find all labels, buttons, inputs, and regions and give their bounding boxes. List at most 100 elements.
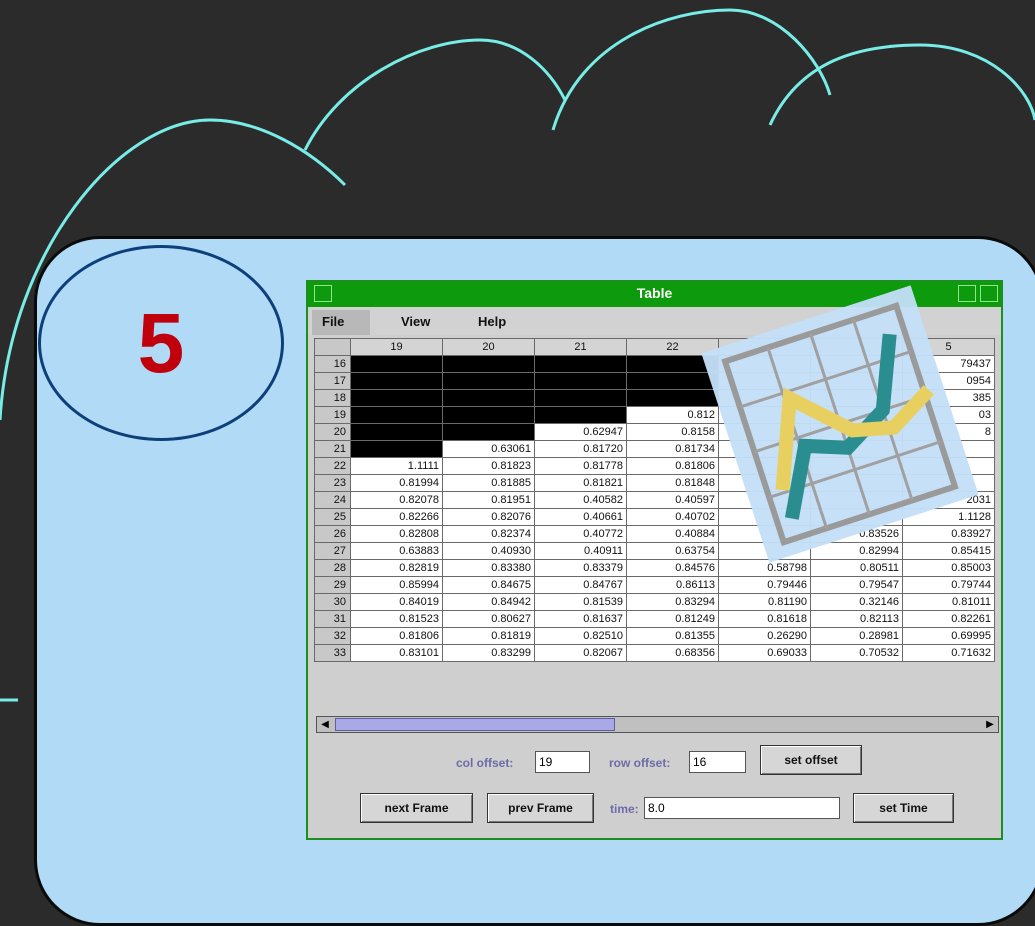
table-cell[interactable]: 0.82261 bbox=[902, 610, 995, 628]
table-cell[interactable]: 0.81720 bbox=[534, 440, 627, 458]
table-row[interactable]: 30 0.84019 0.84942 0.81539 0.83294 0.81190 0.3… bbox=[314, 593, 995, 611]
menu-file[interactable]: File bbox=[322, 314, 344, 329]
row-header[interactable]: 31 bbox=[314, 610, 351, 628]
table-cell[interactable] bbox=[442, 406, 535, 424]
table-cell[interactable]: 0.84019 bbox=[350, 593, 443, 611]
table-cell[interactable]: 0.83379 bbox=[534, 559, 627, 577]
table-cell[interactable]: 0.82067 bbox=[534, 644, 627, 662]
table-cell[interactable]: 0.63883 bbox=[350, 542, 443, 560]
row-header[interactable]: 25 bbox=[314, 508, 351, 526]
table-cell[interactable]: 0.81355 bbox=[626, 627, 719, 645]
table-cell[interactable] bbox=[442, 372, 535, 390]
table-cell[interactable] bbox=[534, 389, 627, 407]
horizontal-scrollbar[interactable]: ◀ ▶ bbox=[316, 716, 999, 733]
row-header[interactable]: 16 bbox=[314, 355, 351, 373]
table-cell[interactable] bbox=[350, 389, 443, 407]
table-cell[interactable]: 0.81994 bbox=[350, 474, 443, 492]
row-header[interactable]: 21 bbox=[314, 440, 351, 458]
table-cell[interactable]: 0.79446 bbox=[718, 576, 811, 594]
table-cell[interactable]: 0.83294 bbox=[626, 593, 719, 611]
column-header[interactable]: 21 bbox=[534, 338, 627, 356]
table-cell[interactable]: 0.84767 bbox=[534, 576, 627, 594]
table-cell[interactable]: 0.63061 bbox=[442, 440, 535, 458]
table-cell[interactable]: 0.81823 bbox=[442, 457, 535, 475]
next-frame-button[interactable]: next Frame bbox=[360, 793, 473, 823]
scroll-right-icon[interactable]: ▶ bbox=[983, 718, 997, 731]
table-cell[interactable] bbox=[350, 423, 443, 441]
table-cell[interactable]: 0.81637 bbox=[534, 610, 627, 628]
table-cell[interactable] bbox=[534, 355, 627, 373]
table-cell[interactable]: 0.84675 bbox=[442, 576, 535, 594]
row-offset-input[interactable] bbox=[689, 751, 746, 773]
table-cell[interactable]: 0.82819 bbox=[350, 559, 443, 577]
table-cell[interactable]: 0.69995 bbox=[902, 627, 995, 645]
table-cell[interactable]: 0.81190 bbox=[718, 593, 811, 611]
table-cell[interactable]: 0.82076 bbox=[442, 508, 535, 526]
table-cell[interactable]: 0.82078 bbox=[350, 491, 443, 509]
column-header[interactable]: 20 bbox=[442, 338, 535, 356]
table-cell[interactable]: 0.82510 bbox=[534, 627, 627, 645]
table-cell[interactable]: 0.40661 bbox=[534, 508, 627, 526]
scroll-thumb[interactable] bbox=[335, 718, 615, 731]
table-cell[interactable] bbox=[350, 406, 443, 424]
row-header[interactable]: 28 bbox=[314, 559, 351, 577]
table-cell[interactable]: 0.81821 bbox=[534, 474, 627, 492]
table-cell[interactable]: 0.81539 bbox=[534, 593, 627, 611]
row-header[interactable]: 22 bbox=[314, 457, 351, 475]
column-header[interactable]: 19 bbox=[350, 338, 443, 356]
table-row[interactable]: 32 0.81806 0.81819 0.82510 0.81355 0.26290 0.2… bbox=[314, 627, 995, 645]
row-header[interactable]: 26 bbox=[314, 525, 351, 543]
set-time-button[interactable]: set Time bbox=[853, 793, 954, 823]
row-header[interactable]: 20 bbox=[314, 423, 351, 441]
row-header[interactable]: 24 bbox=[314, 491, 351, 509]
table-cell[interactable]: 0.83299 bbox=[442, 644, 535, 662]
table-cell[interactable]: 0.69033 bbox=[718, 644, 811, 662]
table-cell[interactable] bbox=[534, 372, 627, 390]
menu-view[interactable]: View bbox=[401, 314, 430, 329]
table-cell[interactable]: 0.82808 bbox=[350, 525, 443, 543]
table-cell[interactable]: 0.81806 bbox=[350, 627, 443, 645]
table-cell[interactable]: 0.68356 bbox=[626, 644, 719, 662]
row-header[interactable]: 18 bbox=[314, 389, 351, 407]
table-cell[interactable]: 0.26290 bbox=[718, 627, 811, 645]
menu-help[interactable]: Help bbox=[478, 314, 506, 329]
table-cell[interactable]: 0.28981 bbox=[810, 627, 903, 645]
table-cell[interactable]: 0.40911 bbox=[534, 542, 627, 560]
scroll-left-icon[interactable]: ◀ bbox=[318, 718, 332, 731]
row-header[interactable]: 27 bbox=[314, 542, 351, 560]
row-header[interactable]: 33 bbox=[314, 644, 351, 662]
table-cell[interactable]: 0.82113 bbox=[810, 610, 903, 628]
table-cell[interactable]: 0.79744 bbox=[902, 576, 995, 594]
time-input[interactable] bbox=[644, 797, 840, 819]
set-offset-button[interactable]: set offset bbox=[760, 745, 862, 775]
table-cell[interactable]: 0.81618 bbox=[718, 610, 811, 628]
table-cell[interactable]: 0.86113 bbox=[626, 576, 719, 594]
table-cell[interactable]: 0.80627 bbox=[442, 610, 535, 628]
table-cell[interactable]: 0.81249 bbox=[626, 610, 719, 628]
table-cell[interactable]: 0.40772 bbox=[534, 525, 627, 543]
row-header[interactable]: 30 bbox=[314, 593, 351, 611]
table-cell[interactable]: 0.40930 bbox=[442, 542, 535, 560]
prev-frame-button[interactable]: prev Frame bbox=[487, 793, 594, 823]
table-cell[interactable] bbox=[442, 355, 535, 373]
table-cell[interactable] bbox=[442, 389, 535, 407]
table-cell[interactable]: 0.81885 bbox=[442, 474, 535, 492]
table-cell[interactable]: 0.70532 bbox=[810, 644, 903, 662]
table-cell[interactable] bbox=[534, 406, 627, 424]
table-cell[interactable] bbox=[350, 355, 443, 373]
table-row[interactable]: 31 0.81523 0.80627 0.81637 0.81249 0.81618 0.8… bbox=[314, 610, 995, 628]
row-header[interactable]: 29 bbox=[314, 576, 351, 594]
table-cell[interactable]: 0.82374 bbox=[442, 525, 535, 543]
table-cell[interactable]: 0.83380 bbox=[442, 559, 535, 577]
row-header[interactable]: 32 bbox=[314, 627, 351, 645]
table-cell[interactable]: 0.85994 bbox=[350, 576, 443, 594]
table-cell[interactable] bbox=[350, 372, 443, 390]
table-cell[interactable]: 0.82266 bbox=[350, 508, 443, 526]
table-cell[interactable]: 0.81951 bbox=[442, 491, 535, 509]
table-cell[interactable]: 0.81523 bbox=[350, 610, 443, 628]
table-cell[interactable] bbox=[350, 440, 443, 458]
table-cell[interactable]: 0.81011 bbox=[902, 593, 995, 611]
row-header[interactable]: 19 bbox=[314, 406, 351, 424]
table-cell[interactable]: 0.71632 bbox=[902, 644, 995, 662]
table-cell[interactable]: 0.79547 bbox=[810, 576, 903, 594]
